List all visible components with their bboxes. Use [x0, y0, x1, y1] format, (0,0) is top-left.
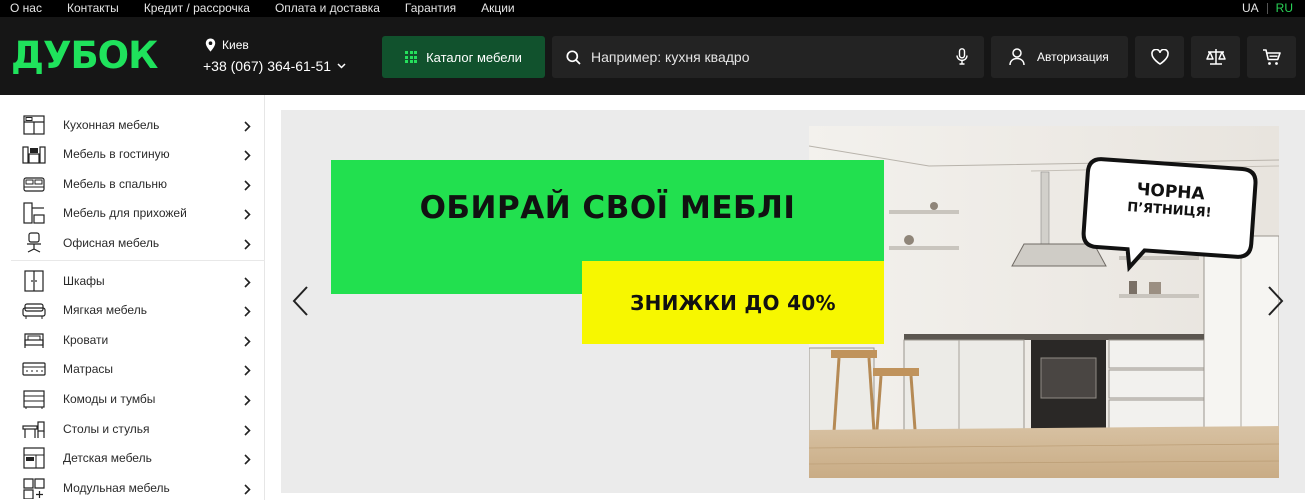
sidebar-item-label: Мебель в спальню: [63, 176, 168, 191]
phone-number: +38 (067) 364-61-51: [203, 58, 332, 74]
chevron-right-icon: [244, 275, 251, 293]
chevron-right-icon: [244, 363, 251, 381]
scales-icon: [1205, 49, 1226, 65]
hallway-icon: [22, 201, 46, 224]
sidebar-item-label: Кухонная мебель: [63, 117, 160, 132]
sidebar-item-label: Мебель для прихожей: [63, 205, 187, 220]
bedroom-icon: [22, 173, 46, 195]
mattress-icon: [22, 358, 46, 380]
wardrobe-icon: [22, 269, 46, 292]
category-sidebar: Кухонная мебель Мебель в гостиную Мебель в…: [11, 95, 265, 500]
chevron-right-icon: [244, 178, 251, 196]
heart-icon: [1150, 49, 1169, 65]
cart-icon: [1263, 48, 1281, 65]
sidebar-item-kitchen[interactable]: Кухонная мебель: [11, 110, 265, 139]
grid-icon: [405, 51, 418, 63]
language-switcher: UA RU: [1242, 1, 1293, 15]
banner-headline: ОБИРАЙ СВОЇ МЕБЛІ: [419, 190, 796, 226]
sidebar-item-kids-furniture[interactable]: Детская мебель: [11, 443, 265, 472]
office-chair-icon: [22, 231, 46, 254]
sidebar-item-bed[interactable]: Кровати: [11, 325, 265, 354]
chevron-right-icon: [244, 237, 251, 255]
sidebar-item-label: Мягкая мебель: [63, 302, 147, 317]
chevron-right-icon: [244, 423, 251, 441]
lang-ru[interactable]: RU: [1276, 1, 1293, 15]
sidebar-item-modular[interactable]: Модульная мебель: [11, 473, 265, 502]
search-bar: [552, 36, 984, 78]
chevron-down-icon: [337, 63, 346, 69]
bed-icon: [22, 329, 46, 351]
sidebar-item-label: Шкафы: [63, 273, 105, 288]
sidebar-item-bedroom[interactable]: Мебель в спальню: [11, 169, 265, 198]
sidebar-item-sofa[interactable]: Мягкая мебель: [11, 295, 265, 324]
kids-furniture-icon: [22, 446, 46, 469]
search-icon[interactable]: [566, 49, 581, 65]
chevron-right-icon: [244, 207, 251, 225]
table-chair-icon: [22, 418, 46, 440]
chevron-right-icon: [244, 148, 251, 166]
chevron-right-icon: [244, 334, 251, 352]
dresser-icon: [22, 388, 46, 410]
wishlist-button[interactable]: [1135, 36, 1184, 78]
sidebar-item-label: Мебель в гостиную: [63, 146, 170, 161]
sidebar-item-label: Столы и стулья: [63, 421, 150, 436]
modular-icon: [22, 477, 46, 499]
cart-button[interactable]: [1247, 36, 1296, 78]
sidebar-item-hallway[interactable]: Мебель для прихожей: [11, 198, 265, 227]
sidebar-item-label: Офисная мебель: [63, 235, 160, 250]
link-warranty[interactable]: Гарантия: [405, 1, 456, 15]
chevron-right-icon: [244, 304, 251, 322]
lang-divider: [1266, 2, 1268, 14]
sidebar-item-label: Комоды и тумбы: [63, 391, 156, 406]
user-icon: [1009, 48, 1025, 66]
link-credit[interactable]: Кредит / рассрочка: [144, 1, 250, 15]
link-payment-delivery[interactable]: Оплата и доставка: [275, 1, 380, 15]
city-selector[interactable]: Киев: [205, 38, 249, 52]
sidebar-item-wardrobe[interactable]: Шкафы: [11, 266, 265, 295]
chevron-right-icon: [244, 119, 251, 137]
discount-box: ЗНИЖКИ ДО 40%: [582, 261, 884, 344]
microphone-icon[interactable]: [956, 48, 968, 65]
main-header: ДУБОК Киев +38 (067) 364-61-51 Каталог м…: [0, 17, 1305, 95]
sidebar-item-living-room[interactable]: Мебель в гостиную: [11, 139, 265, 168]
sidebar-item-dresser[interactable]: Комоды и тумбы: [11, 384, 265, 413]
chevron-right-icon: [244, 393, 251, 411]
link-promotions[interactable]: Акции: [481, 1, 515, 15]
city-name: Киев: [222, 38, 249, 52]
catalog-button[interactable]: Каталог мебели: [382, 36, 545, 78]
sidebar-item-label: Матрасы: [63, 361, 114, 376]
next-slide-icon[interactable]: [1267, 285, 1285, 317]
chevron-right-icon: [244, 452, 251, 470]
login-label: Авторизация: [1037, 50, 1109, 64]
sidebar-item-label: Модульная мебель: [63, 480, 170, 495]
prev-slide-icon[interactable]: [291, 285, 309, 317]
search-input[interactable]: [591, 49, 931, 65]
sidebar-item-label: Детская мебель: [63, 450, 152, 465]
kitchen-icon: [22, 114, 46, 136]
sidebar-item-office-chair[interactable]: Офисная мебель: [11, 228, 265, 257]
login-button[interactable]: Авторизация: [991, 36, 1128, 78]
top-bar: О нас Контакты Кредит / рассрочка Оплата…: [0, 0, 1305, 17]
top-links: О нас Контакты Кредит / рассрочка Оплата…: [10, 1, 540, 15]
logo[interactable]: ДУБОК: [11, 37, 158, 74]
sidebar-item-mattress[interactable]: Матрасы: [11, 354, 265, 383]
sofa-icon: [22, 299, 46, 321]
link-contacts[interactable]: Контакты: [67, 1, 119, 15]
sidebar-item-table-chair[interactable]: Столы и стулья: [11, 414, 265, 443]
sidebar-divider: [11, 260, 265, 261]
link-about[interactable]: О нас: [10, 1, 42, 15]
living-room-icon: [22, 143, 46, 165]
phone-selector[interactable]: +38 (067) 364-61-51: [203, 58, 346, 74]
banner-discount: ЗНИЖКИ ДО 40%: [630, 290, 836, 315]
compare-button[interactable]: [1191, 36, 1240, 78]
sidebar-item-label: Кровати: [63, 332, 109, 347]
catalog-button-label: Каталог мебели: [426, 49, 522, 65]
location-pin-icon: [205, 38, 216, 52]
lang-ua[interactable]: UA: [1242, 1, 1259, 15]
chevron-right-icon: [244, 482, 251, 500]
hero-banner[interactable]: ЧОРНА П’ЯТНИЦЯ! ОБИРАЙ СВОЇ МЕБЛІ ЗНИЖКИ…: [281, 110, 1305, 493]
